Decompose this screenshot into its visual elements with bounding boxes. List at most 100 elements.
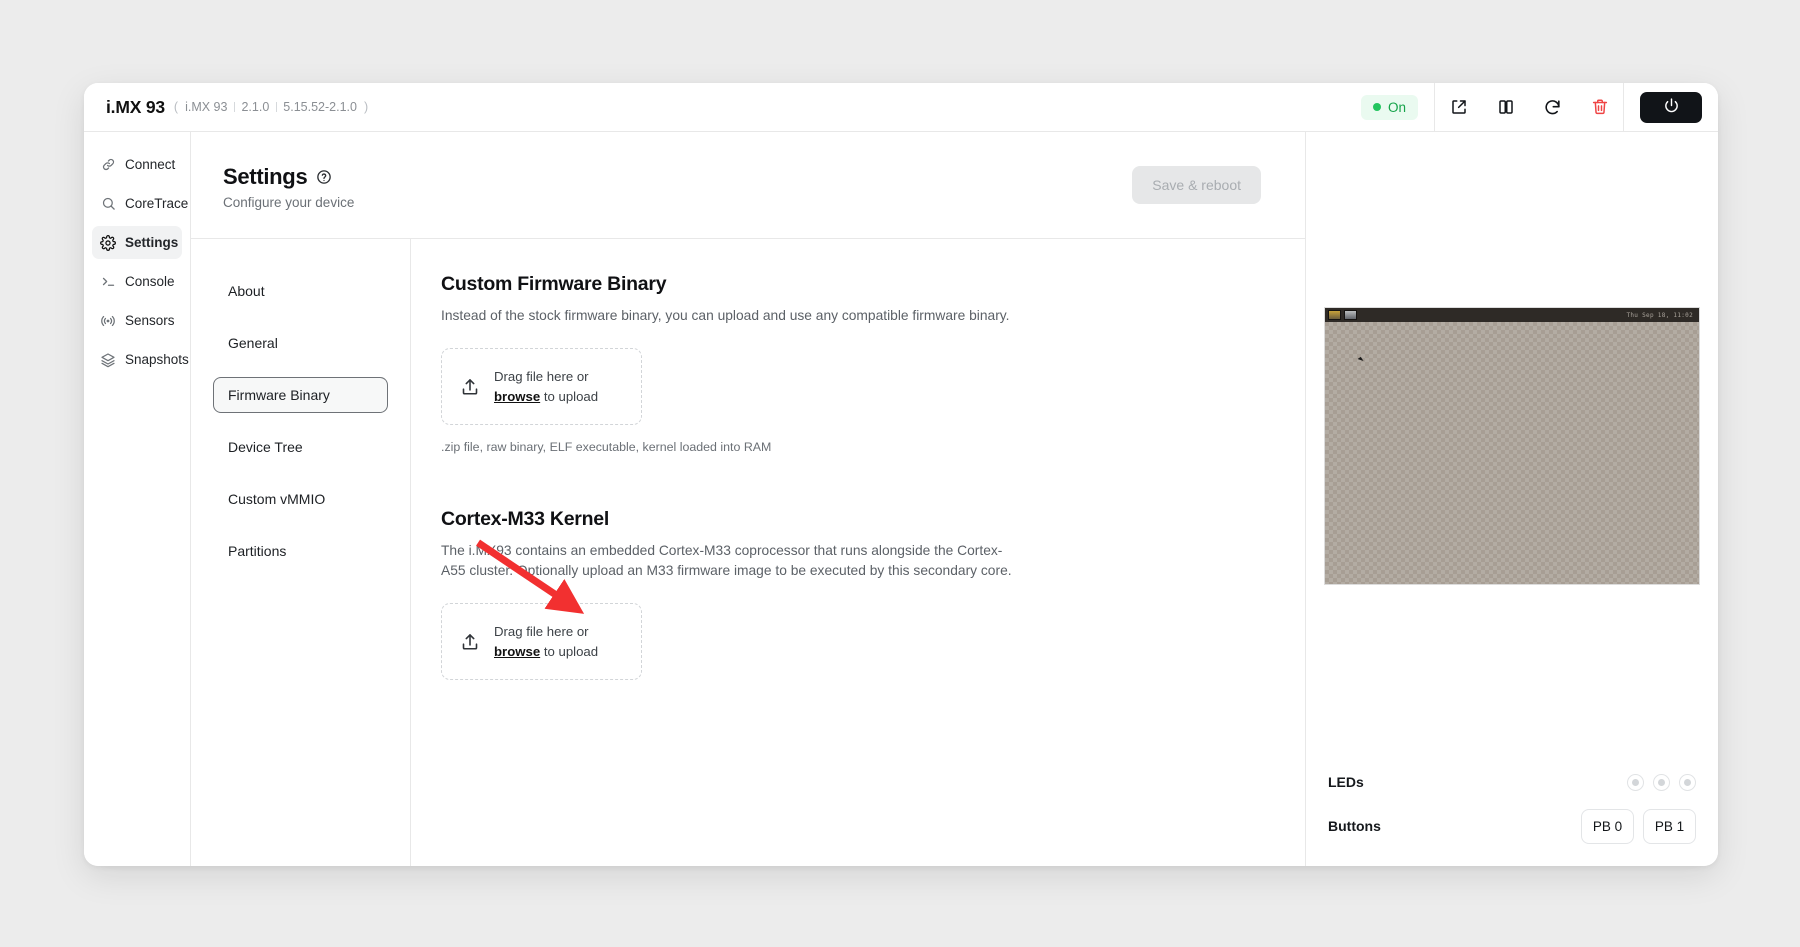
sidebar-item-label: Snapshots: [125, 352, 189, 367]
subnav-item-custom-vmmio[interactable]: Custom vMMIO: [213, 481, 388, 517]
sidebar: Connect CoreTrace Settings Console Senso…: [84, 132, 191, 866]
app-icon: [1328, 310, 1341, 320]
page-title: Settings: [223, 164, 354, 190]
titlebar: i.MX 93 ( i.MX 93 2.1.0 5.15.52-2.1.0 ) …: [84, 83, 1718, 132]
meta-board: i.MX 93: [185, 100, 228, 114]
titlebar-icon-group: [1434, 83, 1623, 131]
pause-icon: [1497, 98, 1515, 116]
restart-button[interactable]: [1529, 83, 1576, 131]
leds-group: [1627, 773, 1696, 791]
sidebar-item-snapshots[interactable]: Snapshots: [92, 343, 189, 376]
meta-close-paren: ): [363, 100, 369, 114]
status-dot-icon: [1372, 103, 1381, 111]
delete-button[interactable]: [1576, 83, 1623, 131]
window-body: Connect CoreTrace Settings Console Senso…: [84, 132, 1718, 866]
dropzone-line2-suffix: to upload: [540, 643, 599, 659]
section-title: Custom Firmware Binary: [441, 273, 667, 295]
cortex-m33-dropzone[interactable]: Drag file here or browse to upload: [441, 603, 642, 680]
meta-version: 2.1.0: [234, 100, 276, 114]
push-button-pb0[interactable]: PB 0: [1581, 808, 1634, 844]
link-icon: [100, 157, 116, 173]
sidebar-item-label: Settings: [125, 235, 179, 250]
dropzone-text: Drag file here or browse to upload: [494, 622, 598, 660]
device-screen[interactable]: Thu Sep 18, 11:02: [1324, 307, 1700, 585]
subnav-item-firmware-binary[interactable]: Firmware Binary: [213, 377, 388, 413]
section-custom-firmware-binary: Custom Firmware Binary Instead of the st…: [441, 273, 1261, 454]
upload-icon: [460, 632, 480, 652]
sidebar-item-settings[interactable]: Settings: [92, 226, 182, 259]
pause-button[interactable]: [1482, 83, 1529, 131]
sidebar-item-label: Sensors: [125, 313, 175, 328]
led-indicator-0[interactable]: [1627, 773, 1644, 791]
dropzone-line1: Drag file here or: [494, 369, 589, 385]
sidebar-item-label: Connect: [125, 157, 176, 172]
led-core-icon: [1658, 778, 1665, 786]
device-panel: Thu Sep 18, 11:02 LEDs Buttons PB 0 PB 1: [1306, 132, 1718, 866]
push-button-pb1[interactable]: PB 1: [1643, 808, 1696, 844]
buttons-label: Buttons: [1328, 818, 1381, 834]
power-group: [1623, 83, 1718, 131]
settings-header-text: Settings Configure your device: [223, 164, 354, 210]
device-title: i.MX 93: [106, 96, 165, 117]
sidebar-item-label: CoreTrace: [125, 196, 189, 211]
status-badge: On: [1360, 94, 1418, 120]
trash-icon: [1591, 98, 1609, 116]
app-window: i.MX 93 ( i.MX 93 2.1.0 5.15.52-2.1.0 ) …: [84, 83, 1718, 866]
section-description: The i.MX93 contains an embedded Cortex-M…: [441, 543, 1012, 578]
led-core-icon: [1684, 778, 1691, 786]
settings-subnav: About General Firmware Binary Device Tre…: [191, 239, 411, 866]
dropzone-line1: Drag file here or: [494, 624, 589, 640]
sidebar-item-console[interactable]: Console: [92, 265, 182, 298]
settings-body: About General Firmware Binary Device Tre…: [191, 239, 1305, 866]
subnav-item-about[interactable]: About: [213, 273, 388, 309]
layers-icon: [100, 352, 116, 368]
status-label: On: [1387, 99, 1406, 115]
terminal-icon: [100, 274, 116, 290]
page-subtitle: Configure your device: [223, 195, 355, 210]
led-core-icon: [1632, 778, 1639, 786]
signal-icon: [100, 313, 116, 329]
sidebar-item-sensors[interactable]: Sensors: [92, 304, 182, 337]
buttons-row: Buttons PB 0 PB 1: [1324, 804, 1700, 848]
device-screen-wrapper: Thu Sep 18, 11:02: [1324, 132, 1700, 760]
sidebar-item-label: Console: [125, 274, 175, 289]
external-link-icon: [1450, 98, 1468, 116]
settings-column: Settings Configure your device Save & re…: [191, 132, 1306, 866]
settings-content: Custom Firmware Binary Instead of the st…: [411, 239, 1305, 866]
subnav-item-device-tree[interactable]: Device Tree: [213, 429, 388, 465]
refresh-icon: [1543, 98, 1562, 117]
power-button[interactable]: [1640, 91, 1702, 123]
browse-link[interactable]: browse: [494, 389, 540, 404]
meta-kernel: 5.15.52-2.1.0: [276, 100, 364, 114]
power-icon: [1663, 97, 1680, 117]
gear-icon: [100, 234, 116, 251]
leds-row: LEDs: [1324, 760, 1700, 804]
push-buttons-group: PB 0 PB 1: [1581, 808, 1696, 844]
dropzone-text: Drag file here or browse to upload: [494, 367, 598, 405]
dropzone-line2-suffix: to upload: [540, 388, 599, 404]
question-circle-icon[interactable]: [316, 169, 332, 185]
open-external-button[interactable]: [1435, 83, 1482, 131]
save-and-reboot-button[interactable]: Save & reboot: [1132, 166, 1261, 204]
sidebar-item-connect[interactable]: Connect: [92, 148, 182, 181]
device-meta: ( i.MX 93 2.1.0 5.15.52-2.1.0 ): [174, 100, 368, 114]
sidebar-item-coretrace[interactable]: CoreTrace: [92, 187, 188, 220]
screen-taskbar: Thu Sep 18, 11:02: [1325, 308, 1699, 322]
browse-link[interactable]: browse: [494, 644, 540, 659]
section-description: Instead of the stock firmware binary, yo…: [441, 308, 1010, 323]
device-controls: LEDs Buttons PB 0 PB 1: [1324, 760, 1700, 866]
leds-label: LEDs: [1328, 774, 1364, 790]
subnav-item-partitions[interactable]: Partitions: [213, 533, 388, 569]
section-title: Cortex-M33 Kernel: [441, 508, 610, 530]
led-indicator-1[interactable]: [1653, 773, 1670, 791]
dropzone-hint: .zip file, raw binary, ELF executable, k…: [441, 440, 772, 454]
led-indicator-2[interactable]: [1679, 773, 1696, 791]
titlebar-actions: On: [1360, 83, 1718, 131]
screen-clock: Thu Sep 18, 11:02: [1626, 311, 1693, 319]
subnav-item-general[interactable]: General: [213, 325, 388, 361]
screen-desktop-background: [1325, 322, 1699, 584]
search-icon: [100, 196, 116, 212]
page-title-text: Settings: [223, 164, 308, 189]
firmware-binary-dropzone[interactable]: Drag file here or browse to upload: [441, 348, 642, 425]
